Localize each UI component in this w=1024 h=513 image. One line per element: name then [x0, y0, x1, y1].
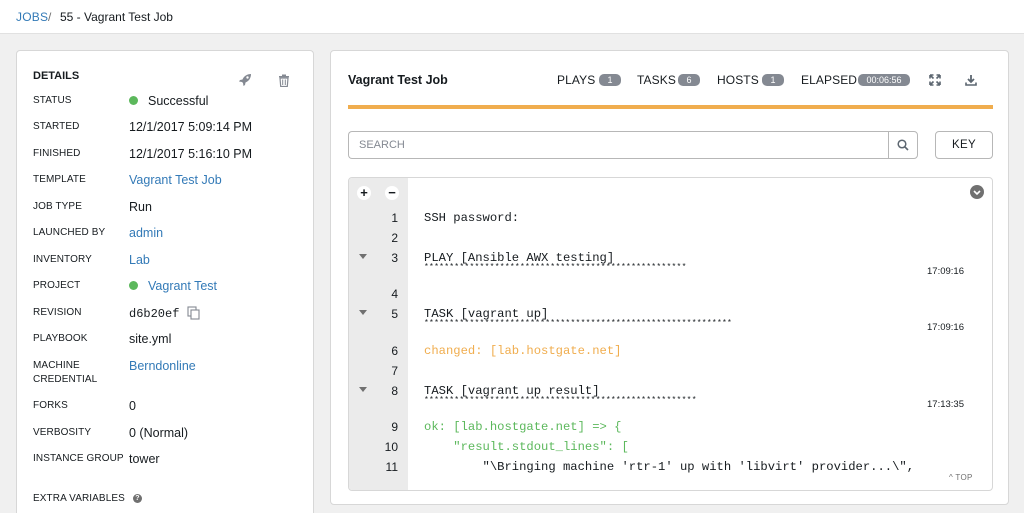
detail-value: d6b20ef [129, 306, 200, 321]
detail-label: STATUS [33, 95, 72, 106]
expand-button[interactable] [927, 72, 943, 88]
line-number: 5 [391, 307, 398, 321]
detail-label: EXTRA VARIABLES? [33, 492, 173, 506]
line-text: SSH password: [424, 211, 520, 225]
search-input[interactable] [348, 131, 888, 159]
download-button[interactable] [963, 72, 979, 88]
detail-label: FORKS [33, 400, 68, 411]
collapse-caret-icon[interactable] [359, 254, 367, 259]
line-timestamp: 17:09:16 [927, 322, 964, 333]
line-number: 10 [384, 440, 398, 454]
detail-value: 12/1/2017 5:16:10 PM [129, 147, 253, 161]
line-number: 2 [391, 231, 398, 245]
collapse-caret-icon[interactable] [359, 387, 367, 392]
copy-icon[interactable] [187, 306, 200, 320]
elapsed-badge: 00:06:56 [858, 74, 910, 86]
detail-label: REVISION [33, 307, 82, 318]
collapse-caret-icon[interactable] [359, 310, 367, 315]
line-number: 11 [385, 460, 398, 474]
breadcrumb: JOBS / 55 - Vagrant Test Job [0, 0, 1024, 34]
job-title: Vagrant Test Job [348, 73, 448, 87]
scroll-top-link[interactable]: ^ TOP [949, 473, 973, 482]
breadcrumb-jobs-link[interactable]: JOBS [16, 10, 48, 24]
template-link[interactable]: Vagrant Test Job [129, 173, 222, 187]
line-number: 1 [391, 211, 398, 225]
detail-label: MACHINE CREDENTIAL [33, 360, 98, 385]
inventory-link[interactable]: Lab [129, 253, 150, 267]
line-text: ok: [lab.hostgate.net] => { [424, 420, 622, 434]
detail-value: 0 [129, 399, 136, 413]
line-number: 4 [391, 287, 398, 301]
download-icon [965, 75, 977, 86]
tasks-count-badge: 6 [678, 74, 700, 86]
job-output: + − 1 SSH password: 2 3 PLAY [Ansible AW… [348, 177, 993, 491]
detail-label: INVENTORY [33, 254, 92, 265]
line-number: 3 [391, 251, 398, 265]
line-separator: ****************************************… [424, 263, 687, 272]
key-button[interactable]: KEY [935, 131, 993, 159]
collapse-all-button[interactable]: − [385, 186, 399, 200]
rocket-icon [239, 74, 251, 86]
project-status-icon [129, 281, 138, 290]
line-timestamp: 17:09:16 [927, 266, 964, 277]
breadcrumb-separator: / [48, 10, 52, 24]
delete-button[interactable] [275, 71, 293, 89]
line-number: 7 [391, 364, 398, 378]
project-link[interactable]: Vagrant Test [148, 279, 217, 293]
search-icon [897, 139, 909, 151]
elapsed-label: ELAPSED [801, 73, 858, 87]
detail-label: FINISHED [33, 148, 81, 159]
line-text: "\Bringing machine 'rtr-1' up with 'libv… [424, 460, 915, 474]
tasks-label: TASKS [637, 73, 676, 87]
detail-label: JOB TYPE [33, 201, 82, 212]
relaunch-button[interactable] [236, 71, 254, 89]
detail-label: STARTED [33, 121, 80, 132]
detail-label: VERBOSITY [33, 427, 92, 438]
revision-hash: d6b20ef [129, 307, 180, 321]
line-separator: ****************************************… [424, 319, 733, 328]
line-number: 9 [391, 420, 398, 434]
output-panel: Vagrant Test Job PLAYS 1 TASKS 6 HOSTS 1… [330, 50, 1009, 505]
help-icon[interactable]: ? [132, 494, 142, 503]
search-button[interactable] [888, 131, 918, 159]
detail-value: 12/1/2017 5:09:14 PM [129, 120, 253, 134]
trash-icon [279, 74, 289, 87]
details-title: DETAILS [33, 70, 80, 82]
launched-by-link[interactable]: admin [129, 226, 163, 240]
details-panel: DETAILS STATUS Successful STARTED 12/1/2… [16, 50, 314, 513]
detail-value: tower [129, 452, 160, 466]
line-text: changed: [lab.hostgate.net] [424, 344, 622, 358]
detail-value: Vagrant Test [129, 279, 217, 293]
plays-label: PLAYS [557, 73, 596, 87]
hosts-label: HOSTS [717, 73, 759, 87]
status-success-icon [129, 96, 138, 105]
status-text: Successful [148, 94, 209, 108]
detail-value: Run [129, 200, 152, 214]
detail-value: Successful [129, 94, 208, 108]
detail-label: LAUNCHED BY [33, 227, 106, 238]
detail-label: TEMPLATE [33, 174, 86, 185]
hosts-count-badge: 1 [762, 74, 784, 86]
detail-label: PROJECT [33, 280, 81, 291]
breadcrumb-current: 55 - Vagrant Test Job [60, 10, 173, 24]
credential-link[interactable]: Berndonline [129, 359, 196, 373]
detail-label: PLAYBOOK [33, 333, 88, 344]
line-number: 8 [391, 384, 398, 398]
expand-all-button[interactable]: + [357, 186, 371, 200]
line-text: "result.stdout_lines": [ [424, 440, 629, 454]
detail-value: site.yml [129, 332, 172, 346]
detail-label: INSTANCE GROUP [33, 453, 124, 464]
line-timestamp: 17:13:35 [927, 399, 964, 410]
scroll-to-bottom-icon[interactable] [970, 185, 984, 199]
line-separator: ****************************************… [424, 396, 697, 405]
line-number: 6 [391, 344, 398, 358]
expand-icon [929, 74, 941, 86]
extra-variables-label: EXTRA VARIABLES [33, 493, 125, 504]
job-progress-bar [348, 105, 993, 109]
plays-count-badge: 1 [599, 74, 621, 86]
detail-value: 0 (Normal) [129, 426, 189, 440]
